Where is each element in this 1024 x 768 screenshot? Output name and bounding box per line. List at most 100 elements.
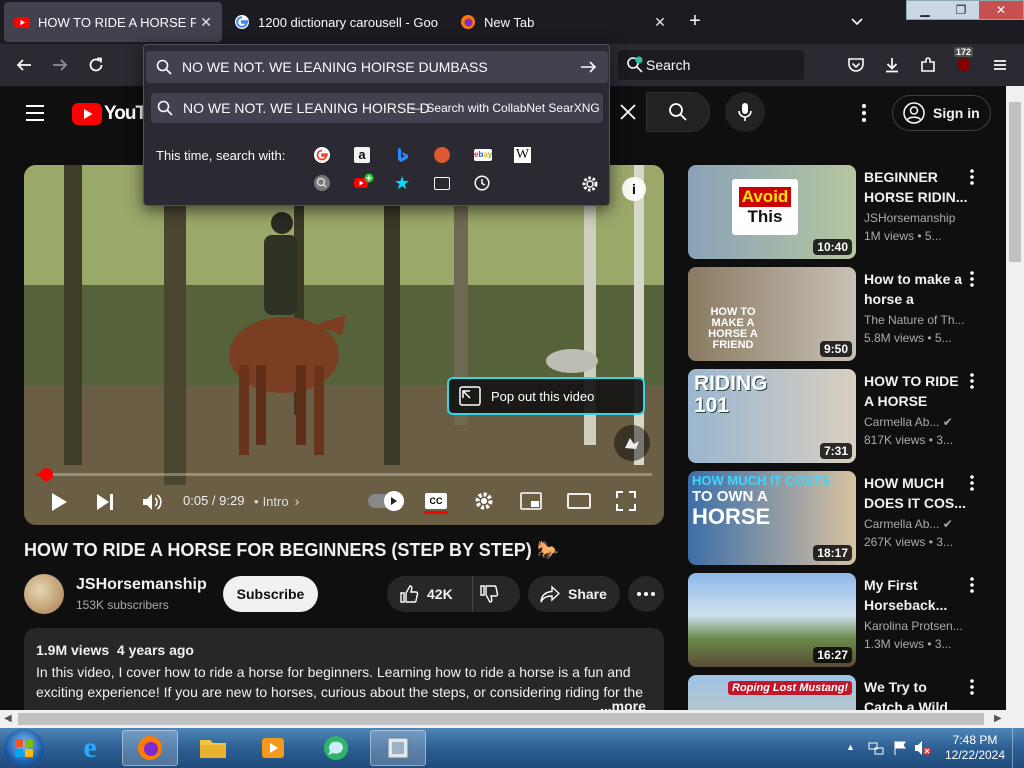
recommendation-card[interactable]: 16:27 My First Horseback... Karolina Pro… [688, 573, 1006, 669]
url-input[interactable]: NO WE NOT. WE LEANING HOIRSE DUMBASS [146, 51, 608, 83]
settings-more-icon[interactable] [854, 102, 874, 124]
show-desktop-button[interactable] [1012, 728, 1024, 768]
guide-menu-icon[interactable] [24, 104, 48, 122]
vertical-scrollbar[interactable] [1006, 86, 1024, 710]
scrollbar-thumb[interactable] [18, 713, 984, 725]
more-actions-icon[interactable] [628, 576, 664, 612]
close-tab-icon[interactable]: ✕ [650, 14, 670, 31]
network-icon[interactable] [868, 740, 884, 756]
channel-watermark-icon[interactable] [614, 425, 650, 461]
recommendation-card[interactable]: Avoid This 10:40 BEGINNER HORSE RIDIN... … [688, 165, 1006, 261]
video-thumbnail[interactable]: Roping Lost Mustang! [688, 675, 856, 710]
wikipedia-icon[interactable]: W [514, 147, 531, 163]
channel-name[interactable]: JSHorsemanship [76, 576, 207, 594]
video-thumbnail[interactable]: HOW MUCH IT COSTS TO OWN A HORSE 18:17 [688, 471, 856, 565]
closed-captions-icon[interactable]: CC [424, 489, 448, 514]
next-video-icon[interactable] [92, 489, 118, 515]
minimize-button[interactable]: ▁ [907, 1, 943, 19]
recommendation-card[interactable]: HOW MUCH IT COSTS TO OWN A HORSE 18:17 HOW… [688, 471, 1006, 567]
start-orb[interactable] [4, 729, 44, 767]
search-suggestion[interactable]: NO WE NOT. WE LEANING HOIRSE D — Search … [151, 93, 603, 123]
subscribe-button[interactable]: Subscribe [223, 576, 318, 612]
show-more-link-visible[interactable]: ...more [600, 700, 650, 710]
horizontal-scrollbar[interactable]: ◀ ▶ [0, 710, 1024, 728]
show-hidden-icons-icon[interactable]: ▲ [846, 742, 855, 752]
more-options-icon[interactable] [970, 373, 986, 393]
pocket-icon[interactable] [844, 53, 868, 77]
more-options-icon[interactable] [970, 679, 986, 699]
video-player[interactable]: i Pop out this video 0:05 / 9:29 • Intro ›… [24, 165, 664, 525]
forward-icon[interactable] [48, 53, 72, 77]
google-icon[interactable] [314, 147, 330, 163]
info-icon[interactable]: i [622, 177, 646, 201]
settings-gear-icon[interactable] [472, 489, 496, 513]
downloads-icon[interactable] [880, 53, 904, 77]
pop-out-video-button[interactable]: Pop out this video [447, 377, 645, 415]
scrollbar-thumb[interactable] [1009, 102, 1021, 262]
recommendation-card[interactable]: HOW TO MAKE A HORSE A FRIEND 9:50 How to… [688, 267, 1006, 363]
share-button[interactable]: Share [528, 576, 620, 612]
new-tab-button[interactable]: + [684, 10, 706, 32]
recommendation-card[interactable]: RIDING101 7:31 HOW TO RIDE A HORSE (EASY… [688, 369, 1006, 465]
window-app-icon[interactable] [370, 730, 426, 766]
video-progress-bar[interactable] [36, 473, 652, 476]
maximize-button[interactable]: ❐ [943, 1, 979, 19]
tab-google[interactable]: 1200 dictionary carousell - Goo [224, 2, 446, 42]
action-center-flag-icon[interactable] [892, 740, 908, 756]
play-icon[interactable] [46, 489, 72, 515]
video-thumbnail[interactable]: Avoid This 10:40 [688, 165, 856, 259]
internet-explorer-icon[interactable]: e [62, 730, 118, 766]
searx-icon[interactable] [314, 175, 330, 191]
video-thumbnail[interactable]: HOW TO MAKE A HORSE A FRIEND 9:50 [688, 267, 856, 361]
scroll-left-arrow-icon[interactable]: ◀ [4, 713, 12, 724]
firefox-taskbar-icon[interactable] [122, 730, 178, 766]
like-button[interactable]: 42K [387, 576, 473, 612]
more-options-icon[interactable] [970, 475, 986, 495]
go-arrow-icon[interactable] [580, 59, 598, 75]
sign-in-button[interactable]: Sign in [892, 95, 991, 131]
bookmarks-icon[interactable]: ★ [394, 174, 412, 192]
thumbs-down-icon[interactable] [479, 584, 499, 604]
recommendation-card[interactable]: Roping Lost Mustang! We Try to Catch a W… [688, 675, 1006, 710]
back-icon[interactable] [12, 53, 36, 77]
scroll-right-arrow-icon[interactable]: ▶ [994, 713, 1002, 724]
list-all-tabs-icon[interactable] [848, 12, 866, 30]
tabs-icon[interactable] [434, 177, 450, 190]
scrubber-handle[interactable] [40, 468, 53, 481]
ublock-extension-icon[interactable]: 172 [952, 47, 976, 77]
menu-icon[interactable] [988, 53, 1012, 77]
volume-muted-icon[interactable] [914, 740, 932, 756]
channel-avatar[interactable] [24, 574, 64, 614]
chapter-button[interactable]: • Intro › [254, 493, 299, 509]
description-box[interactable]: 1.9M views 4 years ago In this video, I … [24, 628, 664, 710]
close-window-button[interactable]: ✕ [979, 1, 1023, 19]
yt-search-button[interactable] [646, 92, 710, 132]
history-icon[interactable] [474, 175, 490, 191]
extensions-icon[interactable] [916, 53, 940, 77]
video-thumbnail[interactable]: RIDING 101 7:31 [688, 369, 856, 463]
more-options-icon[interactable] [970, 169, 986, 189]
bing-icon[interactable] [394, 147, 410, 163]
tab-new-tab[interactable]: New Tab ✕ [450, 2, 676, 42]
chat-app-icon[interactable] [308, 730, 364, 766]
tab-youtube[interactable]: HOW TO RIDE A HORSE FOR BE ✕ [4, 2, 222, 42]
autoplay-toggle[interactable] [368, 491, 404, 511]
miniplayer-icon[interactable] [518, 489, 544, 513]
ebay-icon[interactable]: ebay [474, 149, 492, 161]
more-options-icon[interactable] [970, 577, 986, 597]
file-explorer-icon[interactable] [185, 730, 241, 766]
more-options-icon[interactable] [970, 271, 986, 291]
clear-search-icon[interactable] [610, 92, 646, 132]
close-tab-icon[interactable]: ✕ [196, 14, 216, 31]
youtube-plus-icon[interactable] [354, 173, 374, 191]
system-clock[interactable]: 7:48 PM 12/22/2024 [944, 733, 1006, 763]
voice-search-button[interactable] [725, 92, 765, 132]
volume-icon[interactable] [138, 489, 166, 515]
amazon-icon[interactable]: a [354, 147, 370, 163]
reload-icon[interactable] [84, 53, 108, 77]
search-box[interactable]: Search [618, 50, 804, 80]
theater-mode-icon[interactable] [566, 489, 592, 513]
fullscreen-icon[interactable] [614, 489, 638, 513]
duckduckgo-icon[interactable] [434, 147, 450, 163]
media-player-icon[interactable] [245, 730, 301, 766]
